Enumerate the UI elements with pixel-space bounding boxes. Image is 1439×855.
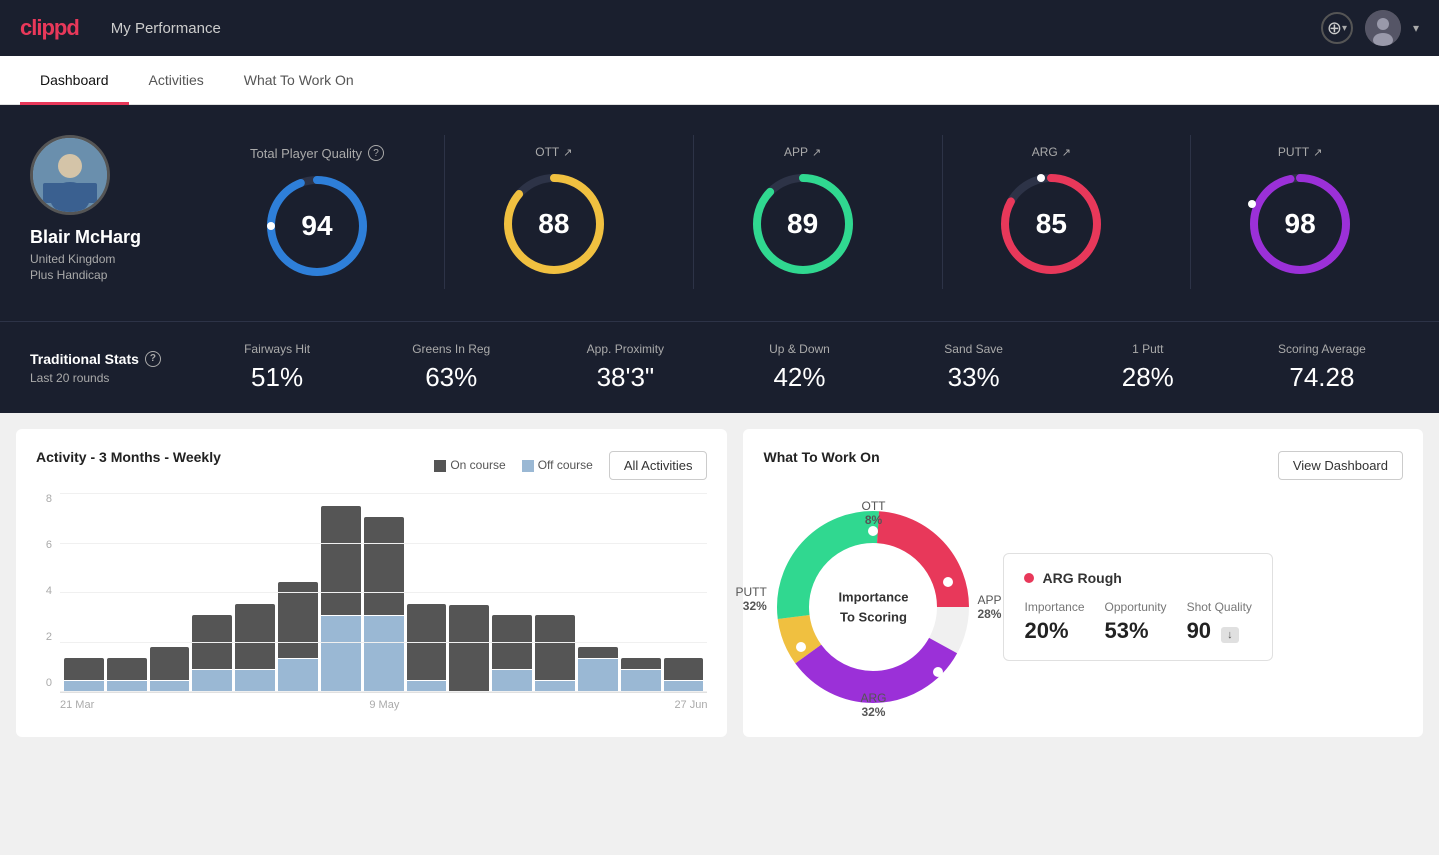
seg-label-putt: PUTT 32% [735,585,766,613]
bar-group [192,615,232,692]
arg-circle: 85 [996,169,1106,279]
bar-group [621,658,661,692]
hero-section: Blair McHarg United Kingdom Plus Handica… [0,105,1439,321]
bar-group [150,647,190,692]
bar-group [107,658,147,692]
all-activities-button[interactable]: All Activities [609,451,708,480]
tab-what-to-work-on[interactable]: What To Work On [224,56,374,105]
bar-group [407,604,447,692]
stat-proximity: App. Proximity 38'3" [538,342,712,393]
nav-title: My Performance [111,20,221,37]
arg-opportunity: Opportunity 53% [1105,600,1167,644]
chart-bars-area [60,493,707,693]
putt-card: PUTT ↗ 98 [1190,135,1409,289]
activity-panel: Activity - 3 Months - Weekly On course O… [16,429,727,737]
tpq-value: 94 [301,210,332,242]
tpq-circle: 94 [262,171,372,281]
chart-y-axis: 8 6 4 2 0 [36,493,52,693]
chart-x-axis: 21 Mar 9 May 27 Jun [60,699,707,711]
seg-label-arg: ARG 32% [860,691,886,719]
chart-body: 8 6 4 2 0 [36,493,707,711]
player-handicap: Plus Handicap [30,268,107,282]
stat-sandsave: Sand Save 33% [887,342,1061,393]
player-name: Blair McHarg [30,227,141,248]
ott-value: 88 [538,208,569,240]
view-dashboard-button[interactable]: View Dashboard [1278,451,1403,480]
bar-group [492,615,532,692]
stat-fairways: Fairways Hit 51% [190,342,364,393]
wtwo-content: Importance To Scoring OTT 8% APP 28% ARG… [763,497,1403,717]
putt-label: PUTT ↗ [1278,145,1323,159]
stat-updown: Up & Down 42% [712,342,886,393]
add-button[interactable]: ⊕ ▾ [1321,12,1353,44]
chart-header: Activity - 3 Months - Weekly On course O… [36,449,707,481]
bar-group [449,605,489,692]
tab-dashboard[interactable]: Dashboard [20,56,129,105]
stat-oneputt: 1 Putt 28% [1061,342,1235,393]
ott-label: OTT ↗ [535,145,572,159]
donut-area: Importance To Scoring OTT 8% APP 28% ARG… [763,497,983,717]
bar-group [664,658,704,692]
arg-importance: Importance 20% [1024,600,1084,644]
ott-card: OTT ↗ 88 [444,135,663,289]
bar-group [321,506,361,692]
wtwo-title: What To Work On [763,449,879,465]
chart-title: Activity - 3 Months - Weekly [36,449,221,465]
player-info: Blair McHarg United Kingdom Plus Handica… [30,135,190,282]
bar-group [578,647,618,692]
ott-circle: 88 [499,169,609,279]
arg-value: 85 [1036,208,1067,240]
trad-stats-section: Traditional Stats ? Last 20 rounds Fairw… [0,321,1439,413]
wtwo-panel: What To Work On View Dashboard [743,429,1423,737]
chart-legend: On course Off course [434,458,593,472]
arg-detail-card: ARG Rough Importance 20% Opportunity 53%… [1003,553,1272,661]
top-nav: clippd My Performance ⊕ ▾ ▾ [0,0,1439,56]
user-avatar[interactable] [1365,10,1401,46]
app-circle: 89 [748,169,858,279]
shot-quality-badge: ↓ [1221,627,1239,643]
donut-center-label: Importance To Scoring [838,588,908,627]
trad-stats-label: Traditional Stats ? Last 20 rounds [30,351,190,385]
nav-right: ⊕ ▾ ▾ [1321,10,1419,46]
tab-activities[interactable]: Activities [129,56,224,105]
arg-metrics: Importance 20% Opportunity 53% Shot Qual… [1024,600,1251,644]
bar-group [235,604,275,692]
arg-card-dot [1024,573,1034,583]
logo: clippd [20,15,79,41]
app-label: APP ↗ [784,145,821,159]
bars-container [60,493,707,692]
chart-area: 21 Mar 9 May 27 Jun [60,493,707,711]
putt-value: 98 [1285,208,1316,240]
seg-label-ott: OTT 8% [861,499,885,527]
stat-scoring: Scoring Average 74.28 [1235,342,1409,393]
player-country: United Kingdom [30,252,115,266]
player-avatar [30,135,110,215]
bar-group [278,582,318,692]
seg-label-app: APP 28% [977,593,1001,621]
bar-group [535,615,575,692]
stat-greens: Greens In Reg 63% [364,342,538,393]
arg-label: ARG ↗ [1032,145,1071,159]
wtwo-header: What To Work On View Dashboard [763,449,1403,481]
user-dropdown-arrow[interactable]: ▾ [1413,21,1419,35]
tpq-card: Total Player Quality ? 94 [220,135,414,291]
bottom-panels: Activity - 3 Months - Weekly On course O… [0,413,1439,753]
bar-group [364,517,404,692]
arg-score-card: ARG ↗ 85 [942,135,1161,289]
putt-circle: 98 [1245,169,1355,279]
bar-group [64,658,104,692]
app-value: 89 [787,208,818,240]
arg-shot-quality: Shot Quality 90 ↓ [1187,600,1252,644]
tpq-info-icon[interactable]: ? [368,145,384,161]
tpq-label: Total Player Quality ? [250,145,384,161]
tabs-bar: Dashboard Activities What To Work On [0,56,1439,105]
app-card: APP ↗ 89 [693,135,912,289]
trad-stats-info-icon[interactable]: ? [145,351,161,367]
